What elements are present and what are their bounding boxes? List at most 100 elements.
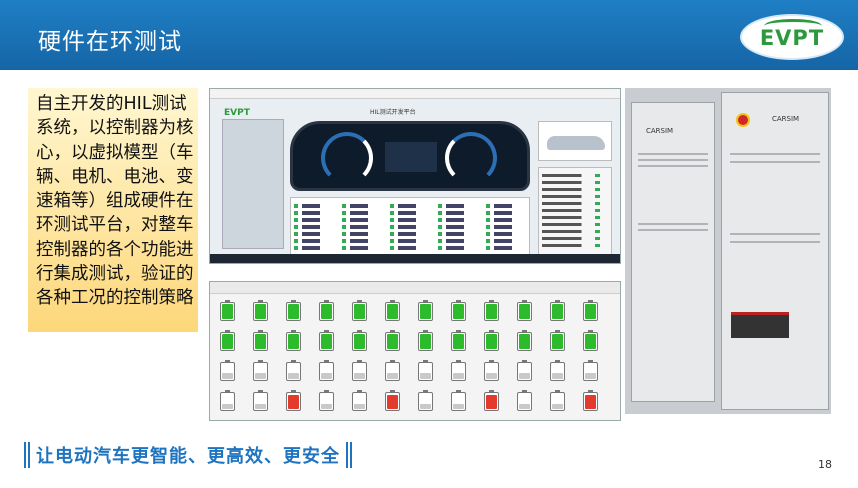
logo-text: EVPT xyxy=(759,26,825,50)
battery-cell-icon xyxy=(418,360,433,381)
status-row xyxy=(542,188,608,191)
signal-row xyxy=(294,211,526,215)
battery-cell-icon xyxy=(418,300,433,321)
company-logo: EVPT xyxy=(740,14,844,60)
emergency-stop-icon xyxy=(736,113,750,127)
battery-cell-icon xyxy=(220,360,235,381)
wiring-harness xyxy=(731,312,789,338)
battery-cell-icon xyxy=(385,390,400,411)
description-box: 自主开发的HIL测试系统，以控制器为核心，以虚拟模型（车辆、电机、电池、变速箱等… xyxy=(28,88,198,332)
signal-row xyxy=(294,239,526,243)
slogan: 让电动汽车更智能、更高效、更安全 xyxy=(24,442,352,468)
vehicle-image xyxy=(538,121,612,161)
status-list xyxy=(538,167,612,255)
battery-cell-icon xyxy=(583,330,598,351)
battery-cell-icon xyxy=(253,390,268,411)
battery-cell-icon xyxy=(220,390,235,411)
battery-cell-icon xyxy=(220,330,235,351)
power-gauge-icon xyxy=(445,132,497,184)
battery-cell-icon xyxy=(583,300,598,321)
signal-row xyxy=(294,225,526,229)
signal-row xyxy=(294,246,526,250)
battery-cell-icon xyxy=(286,300,301,321)
control-panel xyxy=(222,119,284,249)
battery-cell-icon xyxy=(484,390,499,411)
header-bar: 硬件在环测试 EVPT xyxy=(0,0,858,70)
page-number: 18 xyxy=(818,458,832,471)
speed-gauge-icon xyxy=(321,132,373,184)
battery-monitor-screenshot xyxy=(209,281,621,421)
hil-cabinet-photo: CARSIM CARSIM xyxy=(625,88,831,414)
battery-cell-icon xyxy=(352,300,367,321)
status-row xyxy=(542,244,608,247)
slogan-text: 让电动汽车更智能、更高效、更安全 xyxy=(36,446,340,467)
vent-line xyxy=(730,153,820,155)
battery-cell-icon xyxy=(286,390,301,411)
battery-cell-icon xyxy=(517,360,532,381)
battery-cell-icon xyxy=(385,300,400,321)
slogan-right-bars xyxy=(346,442,352,468)
battery-cell-icon xyxy=(451,360,466,381)
signal-table xyxy=(290,197,530,255)
battery-cell-icon xyxy=(253,330,268,351)
battery-cell-icon xyxy=(220,300,235,321)
instrument-cluster xyxy=(290,121,530,191)
battery-cell-icon xyxy=(484,330,499,351)
battery-cell-icon xyxy=(484,300,499,321)
window-titlebar xyxy=(210,89,620,99)
battery-cell-icon xyxy=(550,300,565,321)
vent-line xyxy=(638,229,708,231)
vent-line xyxy=(638,153,708,155)
battery-cell-icon xyxy=(253,360,268,381)
battery-cell-icon xyxy=(352,330,367,351)
battery-cell-icon xyxy=(517,300,532,321)
battery-cell-icon xyxy=(352,360,367,381)
cabinet-label: CARSIM xyxy=(646,127,674,135)
battery-cell-icon xyxy=(517,390,532,411)
status-row xyxy=(542,230,608,233)
battery-cell-icon xyxy=(385,360,400,381)
hil-ui-screenshot: EVPT HIL测试开发平台 xyxy=(209,88,621,264)
car-icon xyxy=(547,136,605,150)
battery-cell-icon xyxy=(319,390,334,411)
vent-line xyxy=(638,165,708,167)
signal-row xyxy=(294,218,526,222)
description-text: 自主开发的HIL测试系统，以控制器为核心，以虚拟模型（车辆、电机、电池、变速箱等… xyxy=(36,94,194,309)
vent-line xyxy=(730,161,820,163)
battery-cell-icon xyxy=(286,360,301,381)
battery-cell-icon xyxy=(451,330,466,351)
vent-line xyxy=(730,241,820,243)
battery-cell-icon xyxy=(583,390,598,411)
battery-cell-icon xyxy=(550,330,565,351)
hil-logo: EVPT xyxy=(224,108,250,118)
battery-cell-icon xyxy=(517,330,532,351)
taskbar xyxy=(210,254,620,263)
window-titlebar xyxy=(210,282,620,294)
battery-cell-icon xyxy=(451,390,466,411)
status-row xyxy=(542,202,608,205)
battery-cell-icon xyxy=(484,360,499,381)
battery-cell-icon xyxy=(286,330,301,351)
right-cabinet: CARSIM xyxy=(721,92,829,410)
signal-row xyxy=(294,204,526,208)
battery-cell-icon xyxy=(352,390,367,411)
battery-cell-icon xyxy=(550,360,565,381)
battery-cell-icon xyxy=(583,360,598,381)
vent-line xyxy=(730,233,820,235)
battery-cell-icon xyxy=(253,300,268,321)
battery-cell-icon xyxy=(319,330,334,351)
cluster-display xyxy=(385,142,437,172)
battery-cell-icon xyxy=(319,360,334,381)
signal-row xyxy=(294,232,526,236)
battery-cell-icon xyxy=(451,300,466,321)
battery-cell-icon xyxy=(319,300,334,321)
left-cabinet: CARSIM xyxy=(631,102,715,402)
page-title: 硬件在环测试 xyxy=(38,29,182,55)
cabinet-label: CARSIM xyxy=(772,115,800,123)
status-row xyxy=(542,216,608,219)
vent-line xyxy=(638,223,708,225)
status-row xyxy=(542,174,608,177)
status-row xyxy=(542,209,608,212)
battery-cell-icon xyxy=(550,390,565,411)
status-row xyxy=(542,181,608,184)
